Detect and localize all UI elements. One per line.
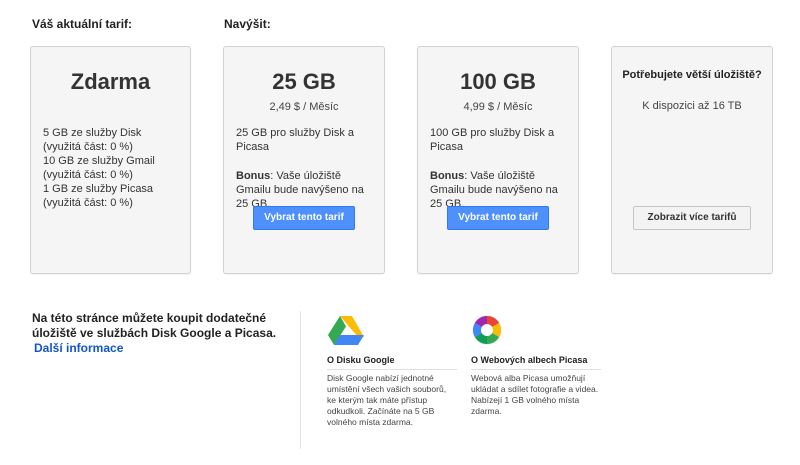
upgrade-heading: Navýšit: — [224, 17, 271, 31]
more-storage-available: K dispozici až 16 TB — [642, 100, 742, 112]
divider — [471, 369, 601, 370]
disk-usage-line: 5 GB ze služby Disk (využitá část: 0 %) — [43, 127, 142, 153]
plan-bonus: Bonus: Vaše úložiště Gmailu bude navýšen… — [236, 169, 370, 211]
plan-price: 2,49 $ / Měsíc — [269, 101, 339, 113]
drive-info-title: O Disku Google — [327, 355, 395, 365]
plan-card-25gb: 25 GB 2,49 $ / Měsíc 25 GB pro služby Di… — [223, 46, 385, 274]
plan-description: 25 GB pro služby Disk a Picasa — [236, 127, 354, 153]
current-plan-card: Zdarma 5 GB ze služby Disk (využitá část… — [30, 46, 191, 274]
more-storage-title: Potřebujete větší úložiště? — [622, 69, 762, 81]
learn-more-link[interactable]: Další informace — [34, 341, 282, 356]
plan-card-100gb: 100 GB 4,99 $ / Měsíc 100 GB pro služby … — [417, 46, 579, 274]
bonus-label: Bonus — [430, 170, 465, 182]
current-plan-heading: Váš aktuální tarif: — [32, 17, 133, 31]
drive-info: O Disku Google Disk Google nabízí jednot… — [327, 314, 457, 428]
divider — [327, 369, 457, 370]
plan-bonus: Bonus: Vaše úložiště Gmailu bude navýšen… — [430, 169, 564, 211]
vertical-divider — [300, 311, 301, 449]
current-plan-usage: 5 GB ze služby Disk (využitá část: 0 %) … — [43, 126, 176, 210]
promo-text: Na této stránce můžete koupit dodatečné … — [32, 311, 277, 340]
drive-info-description: Disk Google nabízí jednotné umístění vše… — [327, 373, 447, 427]
bonus-label: Bonus — [236, 170, 271, 182]
select-plan-25gb-button[interactable]: Vybrat tento tarif — [253, 206, 355, 230]
plan-price: 4,99 $ / Měsíc — [463, 101, 533, 113]
picasa-info-description: Webová alba Picasa umožňují ukládat a sd… — [471, 373, 599, 416]
current-plan-title: Zdarma — [70, 69, 151, 94]
plan-description: 100 GB pro služby Disk a Picasa — [430, 127, 555, 153]
plan-title: 25 GB — [272, 69, 336, 94]
more-storage-card: Potřebujete větší úložiště? K dispozici … — [611, 46, 773, 274]
promo-block: Na této stránce můžete koupit dodatečné … — [32, 311, 282, 356]
plan-title: 100 GB — [460, 69, 536, 94]
show-more-plans-button[interactable]: Zobrazit více tarifů — [633, 206, 751, 230]
picasa-usage-line: 1 GB ze služby Picasa (využitá část: 0 %… — [43, 183, 154, 209]
google-drive-icon — [328, 316, 364, 345]
picasa-info: O Webových albech Picasa Webová alba Pic… — [471, 314, 601, 417]
select-plan-100gb-button[interactable]: Vybrat tento tarif — [447, 206, 549, 230]
gmail-usage-line: 10 GB ze služby Gmail (využitá část: 0 %… — [43, 155, 155, 181]
picasa-icon — [472, 315, 502, 345]
picasa-info-title: O Webových albech Picasa — [471, 355, 588, 365]
